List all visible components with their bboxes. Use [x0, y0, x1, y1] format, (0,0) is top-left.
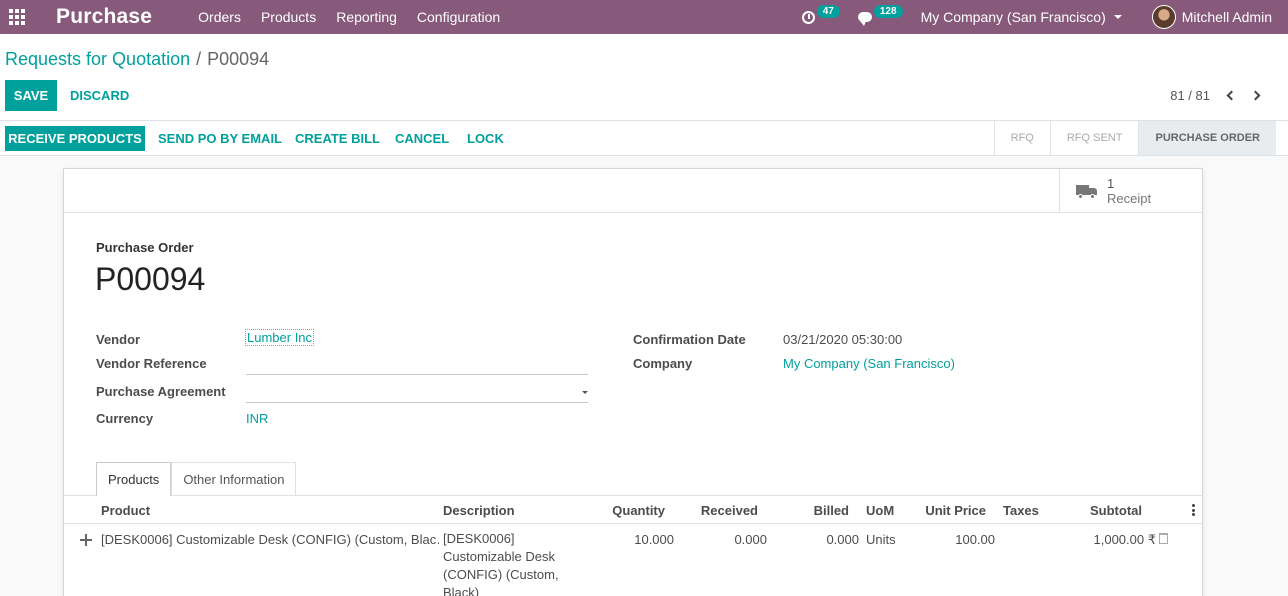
pager-next-button[interactable] [1250, 87, 1264, 103]
row-description-line: (CONFIG) (Custom, [443, 567, 559, 582]
tab-other-information[interactable]: Other Information [171, 462, 297, 495]
order-lines-header: Product Description Quantity Received Bi… [64, 496, 1202, 524]
purchase-agreement-underline [246, 402, 588, 403]
send-po-by-email-button[interactable]: SEND PO BY EMAIL [158, 126, 282, 151]
status-step-rfq[interactable]: RFQ [993, 121, 1050, 155]
chat-icon [857, 12, 872, 26]
app-brand[interactable]: Purchase [56, 5, 152, 29]
chevron-left-icon [1226, 90, 1237, 100]
receipt-label: Receipt [1107, 190, 1152, 206]
confirmation-date-label: Confirmation Date [633, 332, 746, 347]
drag-handle-icon[interactable] [80, 534, 92, 546]
save-button[interactable]: SAVE [5, 80, 57, 111]
row-unit-price: 100.00 [955, 532, 995, 547]
pager-value[interactable]: 81 / 81 [1170, 88, 1210, 103]
activity-count-badge: 47 [816, 4, 840, 18]
vendor-field[interactable]: Lumber Inc [245, 329, 315, 346]
column-product[interactable]: Product [101, 503, 150, 518]
row-description-line: Customizable Desk [443, 549, 555, 564]
order-title-label: Purchase Order [96, 240, 194, 255]
menu-orders[interactable]: Orders [198, 9, 241, 25]
status-step-rfq-sent[interactable]: RFQ SENT [1049, 121, 1139, 155]
breadcrumb-current: P00094 [207, 49, 270, 69]
form-sheet: 1 Receipt Purchase Order P00094 Vendor L… [63, 168, 1203, 596]
company-switcher[interactable]: My Company (San Francisco) [921, 9, 1122, 25]
column-description[interactable]: Description [443, 503, 515, 518]
status-step-purchase-order[interactable]: PURCHASE ORDER [1138, 121, 1276, 155]
row-description-line: Black) [443, 585, 480, 596]
breadcrumb-separator: / [196, 49, 202, 69]
company-field[interactable]: My Company (San Francisco) [783, 356, 955, 371]
caret-down-icon [1113, 15, 1122, 19]
create-bill-button[interactable]: CREATE BILL [295, 126, 380, 151]
column-subtotal[interactable]: Subtotal [1090, 503, 1142, 518]
vendor-reference-field[interactable] [246, 356, 588, 374]
purchase-agreement-label: Purchase Agreement [96, 384, 226, 399]
row-billed: 0.000 [826, 532, 859, 547]
discard-button[interactable]: DISCARD [70, 80, 129, 111]
menu-products[interactable]: Products [261, 9, 316, 25]
column-unit-price[interactable]: Unit Price [925, 503, 986, 518]
notebook-tabs: Products Other Information [96, 462, 297, 496]
message-count-badge: 128 [873, 4, 903, 18]
menu-configuration[interactable]: Configuration [417, 9, 500, 25]
menu-reporting[interactable]: Reporting [336, 9, 397, 25]
activity-menu[interactable]: 47 [801, 4, 840, 24]
optional-columns-icon[interactable] [1192, 504, 1195, 516]
receipt-smart-button[interactable]: 1 Receipt [1059, 169, 1202, 212]
lock-button[interactable]: LOCK [467, 126, 504, 151]
user-menu[interactable]: Mitchell Admin [1151, 5, 1272, 29]
pager-previous-button[interactable] [1223, 87, 1237, 103]
row-subtotal: 1,000.00 ₹ [1093, 532, 1157, 547]
breadcrumb: Requests for Quotation / P00094 [5, 49, 269, 70]
row-description-line: [DESK0006] [443, 531, 515, 546]
order-name: P00094 [95, 261, 206, 297]
messaging-menu[interactable]: 128 [857, 4, 903, 26]
vendor-reference-underline [246, 374, 588, 375]
clock-icon [801, 10, 815, 24]
column-uom[interactable]: UoM [866, 503, 894, 518]
currency-label: Currency [96, 411, 154, 426]
receipt-count: 1 [1107, 175, 1115, 191]
status-steps: RFQ RFQ SENT PURCHASE ORDER [993, 121, 1276, 155]
cancel-button[interactable]: CANCEL [395, 126, 449, 151]
apps-menu-icon[interactable] [0, 0, 34, 34]
purchase-agreement-field[interactable] [246, 384, 588, 402]
row-received: 0.000 [734, 532, 767, 547]
row-product: [DESK0006] Customizable Desk (CONFIG) (C… [101, 532, 439, 547]
company-label: Company [633, 356, 693, 371]
vendor-label: Vendor [96, 332, 141, 347]
trash-icon[interactable] [1159, 533, 1168, 544]
column-taxes[interactable]: Taxes [1003, 503, 1039, 518]
confirmation-date-value[interactable]: 03/21/2020 05:30:00 [783, 332, 902, 347]
vendor-reference-label: Vendor Reference [96, 356, 207, 371]
currency-field[interactable]: INR [246, 411, 268, 426]
avatar [1151, 5, 1176, 29]
tab-products[interactable]: Products [96, 462, 172, 496]
row-description: [DESK0006] Customizable Desk (CONFIG) (C… [443, 530, 573, 596]
row-quantity: 10.000 [634, 532, 674, 547]
top-navbar: Purchase Orders Products Reporting Confi… [0, 0, 1288, 34]
table-row[interactable]: [DESK0006] Customizable Desk (CONFIG) (C… [64, 525, 1202, 596]
truck-icon [1076, 183, 1098, 199]
smart-button-box: 1 Receipt [64, 169, 1202, 213]
breadcrumb-parent[interactable]: Requests for Quotation [5, 49, 190, 70]
form-statusbar: RECEIVE PRODUCTS SEND PO BY EMAIL CREATE… [0, 121, 1288, 156]
column-billed[interactable]: Billed [814, 503, 849, 518]
caret-down-icon[interactable] [582, 391, 588, 394]
chevron-right-icon [1250, 90, 1261, 100]
company-name: My Company (San Francisco) [920, 9, 1106, 25]
control-panel: Requests for Quotation / P00094 SAVE DIS… [0, 34, 1288, 121]
row-uom: Units [866, 532, 896, 547]
column-received[interactable]: Received [701, 503, 758, 518]
column-quantity[interactable]: Quantity [612, 503, 665, 518]
user-name: Mitchell Admin [1181, 9, 1272, 25]
receive-products-button[interactable]: RECEIVE PRODUCTS [5, 126, 145, 151]
receipt-stat-text: 1 Receipt [1107, 176, 1151, 206]
